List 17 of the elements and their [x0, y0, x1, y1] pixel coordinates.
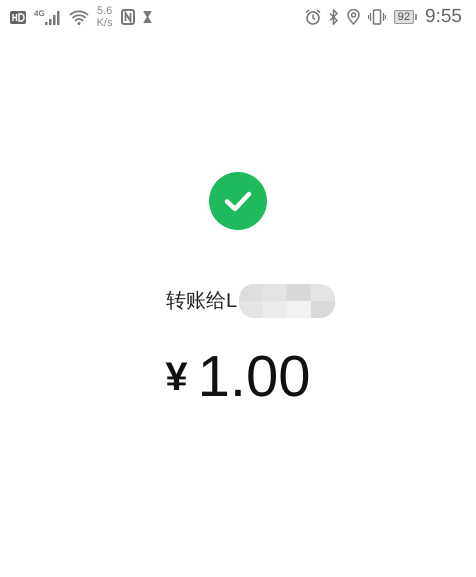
nfc-icon	[120, 9, 135, 25]
recipient-label: 转账给L	[166, 289, 238, 314]
signal-icon	[44, 10, 61, 24]
hourglass-icon	[142, 11, 152, 23]
wifi-icon	[68, 10, 89, 24]
location-icon	[346, 9, 360, 25]
hd-icon	[10, 10, 26, 24]
alarm-icon	[304, 9, 321, 25]
amount: ¥ 1.00	[165, 348, 311, 406]
network-speed: 5.6 K/s	[96, 5, 113, 29]
network-type: 4G	[34, 10, 45, 18]
clock-time: 9:55	[425, 4, 462, 29]
battery-tip	[415, 14, 418, 20]
battery-level: 92	[394, 10, 414, 24]
vibrate-icon	[368, 9, 386, 25]
bluetooth-icon	[328, 9, 339, 25]
success-check-icon	[209, 172, 267, 230]
